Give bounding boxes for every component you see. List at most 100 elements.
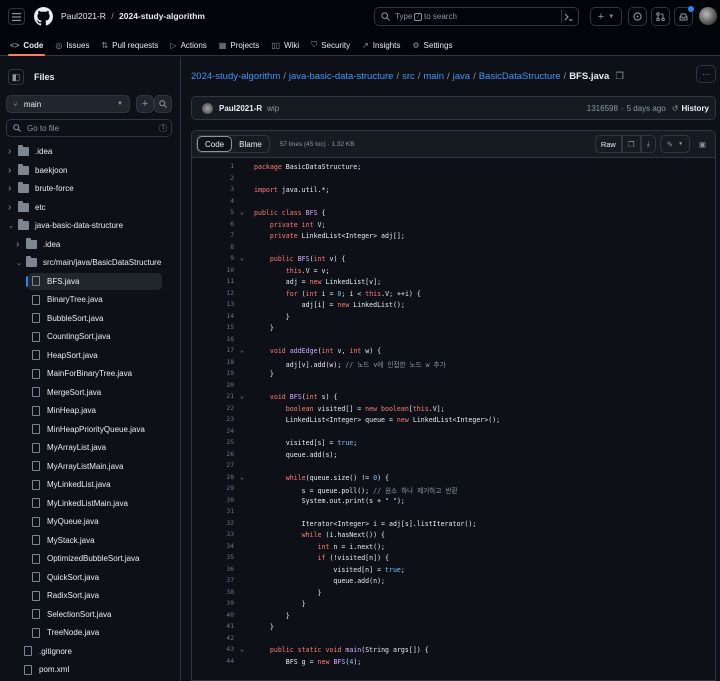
search-input[interactable]: Type / to search — [374, 7, 579, 26]
fold-chevron-icon[interactable]: ⌄ — [240, 473, 244, 481]
tab-insights[interactable]: ↗ Insights — [356, 34, 406, 56]
user-avatar[interactable] — [699, 7, 717, 25]
tree-folder[interactable]: › brute-force — [4, 180, 176, 197]
tab-issues[interactable]: ◎ Issues — [49, 34, 95, 56]
fold-chevron-icon[interactable]: ⌄ — [240, 208, 244, 216]
collapse-sidebar-button[interactable]: ◧ — [8, 69, 24, 85]
tab-code[interactable]: <> Code — [4, 34, 49, 56]
line-number[interactable]: 33 — [192, 531, 234, 538]
line-number[interactable]: 8 — [192, 244, 234, 251]
create-new-button[interactable]: + ▼ — [590, 7, 622, 26]
symbols-panel-button[interactable]: ▣ — [694, 135, 711, 153]
line-number[interactable]: 36 — [192, 566, 234, 573]
tree-folder[interactable]: ⌄ src/main/java/BasicDataStructure — [4, 254, 176, 271]
tree-file[interactable]: MyLinkedListMain.java — [28, 495, 162, 512]
tree-file[interactable]: MyStack.java — [28, 532, 162, 549]
breadcrumb-link[interactable]: src — [402, 71, 415, 82]
line-number[interactable]: 16 — [192, 336, 234, 343]
line-number[interactable]: 38 — [192, 589, 234, 596]
line-number[interactable]: 29 — [192, 485, 234, 492]
line-number[interactable]: 22 — [192, 405, 234, 412]
tree-file[interactable]: QuickSort.java — [28, 569, 162, 586]
tab-settings[interactable]: ⚙ Settings — [406, 34, 458, 56]
copy-raw-button[interactable]: ❐ — [621, 135, 641, 153]
tab-pull-requests[interactable]: ⇅ Pull requests — [95, 34, 164, 56]
history-button[interactable]: ↺ History — [672, 104, 709, 113]
line-number[interactable]: 13 — [192, 301, 234, 308]
tree-folder[interactable]: › etc — [4, 199, 176, 216]
line-number[interactable]: 25 — [192, 439, 234, 446]
owner-link[interactable]: Paul2021-R — [61, 11, 106, 21]
line-number[interactable]: 26 — [192, 451, 234, 458]
line-number[interactable]: 19 — [192, 370, 234, 377]
tree-file[interactable]: MyLinkedList.java — [28, 476, 162, 493]
code-view-tab[interactable]: Code — [197, 136, 233, 152]
tree-folder[interactable]: › baekjoon — [4, 162, 176, 179]
tree-file[interactable]: MyQueue.java — [28, 513, 162, 530]
commit-hash[interactable]: 1316598 — [587, 104, 618, 113]
repo-link[interactable]: 2024-study-algorithm — [119, 11, 205, 21]
line-number[interactable]: 7 — [192, 232, 234, 239]
branch-selector[interactable]: ⑂ main ▼ — [6, 95, 130, 113]
command-palette-icon[interactable] — [561, 10, 575, 23]
line-number[interactable]: 44 — [192, 658, 234, 665]
tree-file[interactable]: CountingSort.java — [28, 328, 162, 345]
line-number[interactable]: 31 — [192, 508, 234, 515]
fold-chevron-icon[interactable]: ⌄ — [240, 645, 244, 653]
fold-chevron-icon[interactable]: ⌄ — [240, 346, 244, 354]
breadcrumb-link[interactable]: BasicDataStructure — [479, 71, 561, 82]
line-number[interactable]: 2 — [192, 175, 234, 182]
line-number[interactable]: 28 — [192, 474, 234, 481]
copy-path-icon[interactable]: ❐ — [615, 71, 624, 82]
tree-folder[interactable]: › .idea — [4, 143, 176, 160]
issues-button[interactable] — [628, 7, 647, 26]
go-to-file-input[interactable]: Go to file t — [6, 119, 172, 137]
line-number[interactable]: 1 — [192, 163, 234, 170]
line-number[interactable]: 12 — [192, 290, 234, 297]
line-number[interactable]: 4 — [192, 198, 234, 205]
tab-projects[interactable]: ▦ Projects — [213, 34, 265, 56]
commit-message[interactable]: wip — [267, 104, 279, 113]
tree-file[interactable]: .gitignore — [4, 643, 176, 660]
tab-actions[interactable]: ▷ Actions — [164, 34, 212, 56]
pull-requests-button[interactable] — [651, 7, 670, 26]
line-number[interactable]: 42 — [192, 635, 234, 642]
line-number[interactable]: 40 — [192, 612, 234, 619]
commit-author[interactable]: Paul2021-R — [219, 104, 262, 113]
tree-file[interactable]: MainForBinaryTree.java — [28, 365, 162, 382]
line-number[interactable]: 43 — [192, 646, 234, 653]
line-number[interactable]: 32 — [192, 520, 234, 527]
line-number[interactable]: 17 — [192, 347, 234, 354]
edit-button[interactable]: ✎ ▼ — [659, 135, 690, 153]
tree-file[interactable]: RadixSort.java — [28, 587, 162, 604]
line-number[interactable]: 23 — [192, 416, 234, 423]
tree-file[interactable]: BFS.java — [26, 272, 162, 290]
line-number[interactable]: 14 — [192, 313, 234, 320]
line-number[interactable]: 35 — [192, 554, 234, 561]
tree-folder[interactable]: › .idea — [4, 236, 176, 253]
fold-chevron-icon[interactable]: ⌄ — [240, 254, 244, 262]
breadcrumb-link[interactable]: java — [453, 71, 470, 82]
line-number[interactable]: 21 — [192, 393, 234, 400]
github-logo-icon[interactable] — [34, 7, 53, 28]
line-number[interactable]: 24 — [192, 428, 234, 435]
line-number[interactable]: 20 — [192, 382, 234, 389]
tree-file[interactable]: MinHeapPriorityQueue.java — [28, 421, 162, 438]
inbox-button[interactable] — [674, 6, 694, 26]
tab-security[interactable]: ⛉ Security — [305, 34, 356, 56]
tree-file[interactable]: pom.xml — [4, 661, 176, 678]
raw-button[interactable]: Raw — [594, 135, 622, 153]
line-number[interactable]: 15 — [192, 324, 234, 331]
line-number[interactable]: 9 — [192, 255, 234, 262]
line-number[interactable]: 27 — [192, 462, 234, 469]
line-number[interactable]: 37 — [192, 577, 234, 584]
tree-file[interactable]: MergeSort.java — [28, 384, 162, 401]
tree-file[interactable]: MinHeap.java — [28, 402, 162, 419]
line-number[interactable]: 30 — [192, 497, 234, 504]
tree-file[interactable]: OptimizedBubbleSort.java — [28, 550, 162, 567]
search-files-button[interactable] — [154, 95, 172, 113]
tree-folder[interactable]: ⌄ java-basic-data-structure — [4, 217, 176, 234]
download-button[interactable]: ⤓ — [640, 135, 656, 153]
breadcrumb-link[interactable]: main — [423, 71, 444, 82]
breadcrumb-link[interactable]: 2024-study-algorithm — [191, 71, 280, 82]
